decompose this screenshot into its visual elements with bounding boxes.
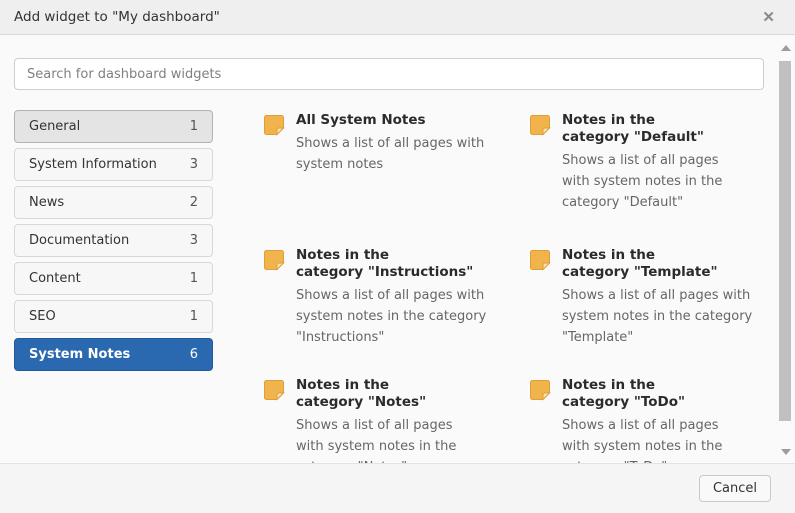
category-item-system-notes[interactable]: System Notes 6 — [14, 338, 213, 371]
scrollbar[interactable] — [779, 41, 791, 459]
search-input[interactable] — [14, 58, 764, 90]
category-item-system-information[interactable]: System Information 3 — [14, 148, 213, 181]
category-list: General 1 System Information 3 News 2 Do… — [14, 110, 213, 376]
category-count-badge: 1 — [190, 119, 198, 134]
category-count-badge: 3 — [190, 233, 198, 248]
category-count-badge: 2 — [190, 195, 198, 210]
widget-title: Notes in the category "Instructions" — [296, 247, 522, 281]
widget-description: Shows a list of all pages with system no… — [296, 133, 522, 175]
sticky-note-icon — [528, 378, 552, 402]
category-label: System Information — [29, 157, 157, 172]
scroll-down-icon[interactable] — [781, 449, 791, 455]
category-label: Content — [29, 271, 81, 286]
widget-notes-todo[interactable]: Notes in the category "ToDo" Shows a lis… — [528, 377, 794, 463]
widget-text: Notes in the category "Template" Shows a… — [562, 247, 788, 348]
widget-all-system-notes[interactable]: All System Notes Shows a list of all pag… — [262, 112, 528, 247]
widget-description: Shows a list of all pages with system no… — [562, 150, 788, 213]
category-count-badge: 1 — [190, 309, 198, 324]
widget-grid: All System Notes Shows a list of all pag… — [262, 110, 794, 463]
category-item-news[interactable]: News 2 — [14, 186, 213, 219]
widget-description: Shows a list of all pages with system no… — [296, 415, 522, 463]
widget-title: Notes in the category "Notes" — [296, 377, 522, 411]
widget-description: Shows a list of all pages with system no… — [562, 285, 788, 348]
widget-title: All System Notes — [296, 112, 522, 129]
widget-notes-instructions[interactable]: Notes in the category "Instructions" Sho… — [262, 247, 528, 377]
category-label: Documentation — [29, 233, 129, 248]
widget-title: Notes in the category "Default" — [562, 112, 788, 146]
category-item-general[interactable]: General 1 — [14, 110, 213, 143]
modal-header: Add widget to "My dashboard" ✕ — [0, 0, 795, 35]
sticky-note-icon — [262, 113, 286, 137]
widget-text: Notes in the category "ToDo" Shows a lis… — [562, 377, 788, 463]
category-count-badge: 3 — [190, 157, 198, 172]
close-icon[interactable]: ✕ — [758, 8, 779, 27]
category-label: System Notes — [29, 347, 130, 362]
scroll-up-icon[interactable] — [781, 45, 791, 51]
widget-text: Notes in the category "Instructions" Sho… — [296, 247, 522, 348]
widget-notes-template[interactable]: Notes in the category "Template" Shows a… — [528, 247, 794, 377]
category-item-content[interactable]: Content 1 — [14, 262, 213, 295]
cancel-button[interactable]: Cancel — [699, 475, 771, 502]
modal-footer: Cancel — [0, 463, 795, 513]
category-count-badge: 1 — [190, 271, 198, 286]
sticky-note-icon — [262, 378, 286, 402]
sticky-note-icon — [528, 113, 552, 137]
add-widget-modal: Add widget to "My dashboard" ✕ General 1… — [0, 0, 795, 513]
widget-description: Shows a list of all pages with system no… — [562, 415, 788, 463]
widget-text: Notes in the category "Notes" Shows a li… — [296, 377, 522, 463]
widget-description: Shows a list of all pages with system no… — [296, 285, 522, 348]
widget-notes-default[interactable]: Notes in the category "Default" Shows a … — [528, 112, 794, 247]
category-label: General — [29, 119, 80, 134]
modal-body: General 1 System Information 3 News 2 Do… — [0, 35, 795, 463]
widget-title: Notes in the category "Template" — [562, 247, 788, 281]
widget-notes-notes[interactable]: Notes in the category "Notes" Shows a li… — [262, 377, 528, 463]
sticky-note-icon — [528, 248, 552, 272]
widget-title: Notes in the category "ToDo" — [562, 377, 788, 411]
body-columns: General 1 System Information 3 News 2 Do… — [14, 110, 765, 463]
category-item-seo[interactable]: SEO 1 — [14, 300, 213, 333]
widget-text: All System Notes Shows a list of all pag… — [296, 112, 522, 175]
category-count-badge: 6 — [190, 347, 198, 362]
sticky-note-icon — [262, 248, 286, 272]
scrollbar-thumb[interactable] — [779, 61, 791, 421]
modal-title: Add widget to "My dashboard" — [14, 9, 220, 25]
widget-text: Notes in the category "Default" Shows a … — [562, 112, 788, 213]
category-label: News — [29, 195, 64, 210]
category-item-documentation[interactable]: Documentation 3 — [14, 224, 213, 257]
category-label: SEO — [29, 309, 56, 324]
